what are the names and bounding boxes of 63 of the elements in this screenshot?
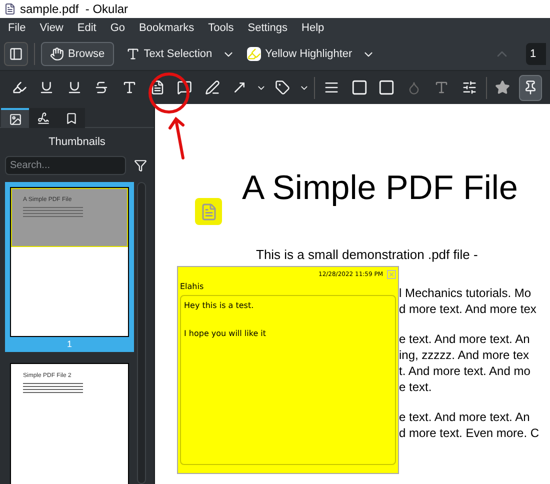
underline-icon[interactable] xyxy=(39,80,54,95)
arrow-drawing xyxy=(168,116,184,160)
tool-button[interactable]: Browse xyxy=(41,42,114,66)
opacity-icon[interactable] xyxy=(407,80,422,94)
filter-icon[interactable] xyxy=(134,158,147,172)
menu-item[interactable]: Edit xyxy=(77,20,96,36)
sidebar-icon xyxy=(9,47,23,61)
line-width-icon[interactable] xyxy=(324,80,340,95)
note-text: Hey this is a test. xyxy=(184,300,255,312)
menu-item[interactable]: File xyxy=(8,20,26,36)
highlighter-icon[interactable] xyxy=(12,80,27,95)
document-icon xyxy=(4,3,16,15)
comment-icon[interactable] xyxy=(177,80,192,95)
note-author: Elahis xyxy=(180,281,205,293)
scrollbar[interactable] xyxy=(137,182,146,484)
highlighter-icon xyxy=(247,47,262,61)
strikethrough-icon[interactable] xyxy=(94,80,110,95)
pen-icon[interactable] xyxy=(204,80,220,95)
close-icon xyxy=(388,270,395,278)
menu-item[interactable]: Bookmarks xyxy=(139,20,194,36)
pin-button[interactable] xyxy=(519,74,542,100)
document-text: d more text. And more tex xyxy=(399,301,538,317)
document-text: l Mechanics tutorials. Mo xyxy=(399,285,532,301)
tool-button[interactable]: Yellow Highlighter xyxy=(239,42,360,66)
hand-icon xyxy=(50,47,64,61)
menu-item[interactable]: Help xyxy=(302,20,324,36)
font-icon[interactable] xyxy=(434,80,450,95)
panel-title: Thumbnails xyxy=(48,135,106,150)
document-text: This is a small demonstration .pdf file - xyxy=(256,247,479,263)
note-text-area[interactable]: Hey this is a test. I hope you will like it xyxy=(180,295,396,465)
tool-button[interactable]: Text Selection xyxy=(118,42,220,66)
document-title: A Simple PDF File xyxy=(242,168,518,208)
menu-item[interactable]: View xyxy=(40,20,64,36)
thumbnail-text-lines xyxy=(23,206,83,216)
document-text: e text. xyxy=(399,379,433,395)
settings-icon[interactable] xyxy=(462,80,477,95)
signature-icon xyxy=(36,112,50,124)
menu-item[interactable]: Tools xyxy=(208,20,234,36)
document-text: e text. And more text. An xyxy=(399,331,531,347)
sidebar-toggle-button[interactable] xyxy=(4,42,28,66)
document-text: e text. And more text. An xyxy=(399,409,531,425)
document-text: d more text. Even more. C xyxy=(399,425,540,441)
note-text: I hope you will like it xyxy=(184,328,268,340)
sidebar-tab[interactable] xyxy=(1,108,29,128)
page-field[interactable]: 1 xyxy=(526,43,546,65)
stamp-icon[interactable] xyxy=(275,80,290,95)
circle-mark xyxy=(148,72,190,114)
sidebar-tab[interactable] xyxy=(57,108,85,128)
page-number: 1 xyxy=(66,338,72,350)
star-icon[interactable] xyxy=(495,80,510,95)
note-icon[interactable] xyxy=(150,80,165,95)
window-title: sample.pdf - Okular xyxy=(20,1,128,18)
search-field[interactable]: Search... xyxy=(5,156,126,174)
menu-item[interactable]: Go xyxy=(110,20,126,36)
image-icon xyxy=(8,112,22,126)
document-text: t. And more text. And mo xyxy=(399,363,532,379)
menu-item[interactable]: Settings xyxy=(248,20,288,36)
document-text: ing, zzzzz. And more tex xyxy=(399,347,530,363)
bookmark-icon xyxy=(64,112,78,124)
pin-icon xyxy=(523,80,538,95)
thumbnail-text-lines xyxy=(23,382,83,392)
sidebar-tab[interactable] xyxy=(29,108,57,128)
arrow-icon[interactable] xyxy=(232,80,248,95)
